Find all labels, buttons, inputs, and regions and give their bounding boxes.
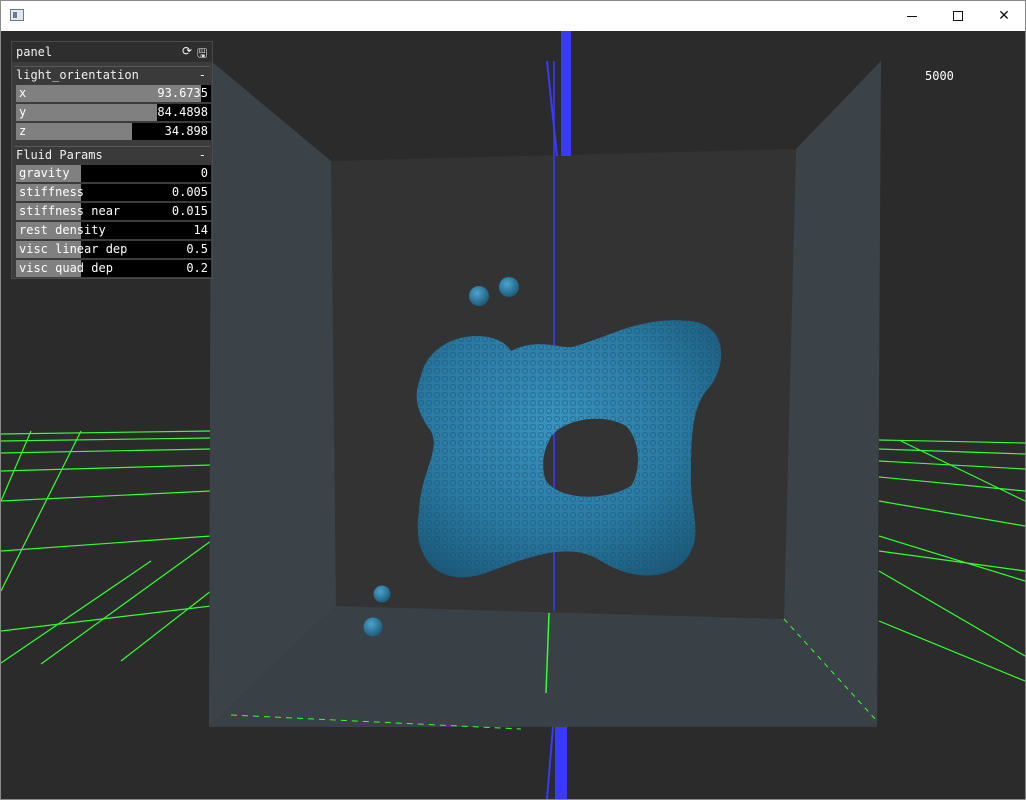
slider-y[interactable]: y 84.4898 xyxy=(16,104,211,121)
collapse-toggle[interactable]: - xyxy=(199,68,206,82)
slider-label: gravity xyxy=(19,166,70,180)
slider-label: stiffness xyxy=(19,185,85,199)
fluid-droplet xyxy=(469,286,489,306)
render-viewport[interactable]: 5000 panel ⟳ 🖫 light_orientation - x 93.… xyxy=(1,31,1025,799)
slider-fill xyxy=(16,123,132,140)
refresh-icon[interactable]: ⟳ xyxy=(182,44,192,58)
slider-value: 14 xyxy=(193,223,208,237)
maximize-icon xyxy=(953,11,963,21)
panel-header[interactable]: panel ⟳ 🖫 xyxy=(12,42,212,62)
slider-stiffness-near[interactable]: stiffness near 0.015 xyxy=(16,203,211,220)
fluid-droplet xyxy=(373,585,391,603)
app-icon xyxy=(10,9,24,21)
slider-value: 93.6735 xyxy=(157,86,208,100)
slider-fill xyxy=(16,104,157,121)
minimize-button[interactable] xyxy=(889,1,935,31)
fluid-droplet xyxy=(499,277,519,297)
group-title: light_orientation xyxy=(16,68,139,82)
close-button[interactable]: ✕ xyxy=(981,1,1026,31)
slider-label: y xyxy=(19,105,27,119)
title-bar: ✕ xyxy=(1,1,1025,31)
close-icon: ✕ xyxy=(998,8,1010,24)
slider-value: 34.898 xyxy=(164,124,208,138)
app-window: ✕ 5000 panel ⟳ 🖫 light_orientation - x 9… xyxy=(0,0,1026,800)
slider-z[interactable]: z 34.898 xyxy=(16,123,211,140)
slider-label: rest density xyxy=(19,223,106,237)
slider-x[interactable]: x 93.6735 xyxy=(16,85,211,102)
particle-count: 5000 xyxy=(925,69,954,83)
slider-visc-linear-dep[interactable]: visc linear dep 0.5 xyxy=(16,241,211,258)
slider-label: visc quad dep xyxy=(19,261,113,275)
group-header-fluid-params[interactable]: Fluid Params - xyxy=(14,146,210,164)
slider-label: visc linear dep xyxy=(19,242,128,256)
slider-rest-density[interactable]: rest density 14 xyxy=(16,222,211,239)
slider-value: 0.5 xyxy=(186,242,208,256)
slider-value: 0.005 xyxy=(171,185,208,199)
slider-label: x xyxy=(19,86,27,100)
group-title: Fluid Params xyxy=(16,148,103,162)
fluid-droplet xyxy=(363,617,383,637)
slider-gravity[interactable]: gravity 0 xyxy=(16,165,211,182)
maximize-button[interactable] xyxy=(935,1,981,31)
slider-label: z xyxy=(19,124,27,138)
slider-visc-quad-dep[interactable]: visc quad dep 0.2 xyxy=(16,260,211,277)
slider-label: stiffness near xyxy=(19,204,121,218)
save-icon[interactable]: 🖫 xyxy=(197,44,207,65)
group-header-light-orientation[interactable]: light_orientation - xyxy=(14,66,210,84)
slider-value: 84.4898 xyxy=(157,105,208,119)
slider-value: 0.015 xyxy=(171,204,208,218)
control-panel: panel ⟳ 🖫 light_orientation - x 93.6735 … xyxy=(11,41,213,279)
collapse-toggle[interactable]: - xyxy=(199,148,206,162)
box-right-wall xyxy=(784,61,881,727)
minimize-icon xyxy=(907,15,917,17)
slider-value: 0 xyxy=(200,166,208,180)
slider-value: 0.2 xyxy=(186,261,208,275)
panel-title: panel xyxy=(16,45,53,59)
axis-bar-bottom xyxy=(555,727,567,799)
axis-bar-top xyxy=(561,31,571,156)
slider-stiffness[interactable]: stiffness 0.005 xyxy=(16,184,211,201)
